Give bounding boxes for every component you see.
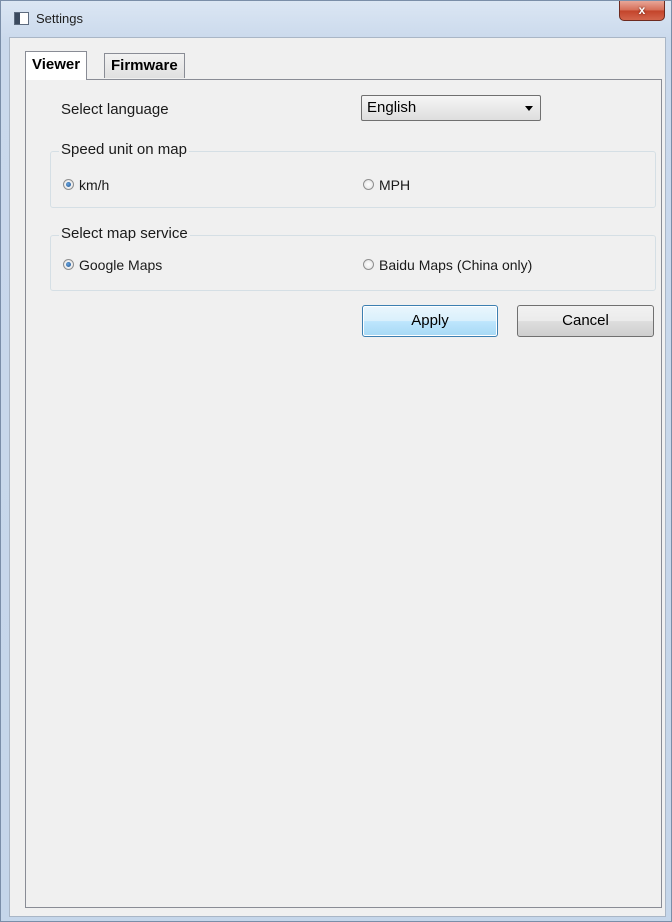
radio-google-maps-indicator xyxy=(63,259,74,270)
cancel-button[interactable]: Cancel xyxy=(517,305,654,337)
window-title: Settings xyxy=(36,11,83,26)
speed-unit-group: Speed unit on map km/h MPH xyxy=(50,141,656,208)
radio-google-maps-label: Google Maps xyxy=(79,257,163,273)
viewer-tab-panel: Select language English Speed unit on ma… xyxy=(25,79,662,908)
close-icon: x xyxy=(638,3,646,17)
cancel-button-label: Cancel xyxy=(562,312,609,329)
select-language-label: Select language xyxy=(61,101,169,118)
radio-kmh-label: km/h xyxy=(79,177,110,193)
tab-firmware-label: Firmware xyxy=(111,57,178,74)
radio-kmh-indicator xyxy=(63,179,74,190)
radio-baidu-maps-label: Baidu Maps (China only) xyxy=(379,257,533,273)
chevron-down-icon xyxy=(525,106,533,111)
speed-unit-group-title: Speed unit on map xyxy=(59,141,189,158)
apply-button-label: Apply xyxy=(411,312,449,329)
tab-viewer[interactable]: Viewer xyxy=(25,51,88,80)
settings-window: Settings x Viewer Firmware Select langua… xyxy=(0,0,672,922)
radio-mph-label: MPH xyxy=(379,177,411,193)
apply-button[interactable]: Apply xyxy=(362,305,498,337)
language-select[interactable]: English xyxy=(361,95,541,121)
language-selected-value: English xyxy=(367,99,417,116)
client-area: Viewer Firmware Select language English … xyxy=(9,37,666,917)
radio-mph-indicator xyxy=(363,179,374,190)
title-bar[interactable]: Settings x xyxy=(1,1,671,37)
tab-firmware[interactable]: Firmware xyxy=(104,53,185,78)
close-button[interactable]: x xyxy=(619,1,665,21)
radio-baidu-maps-indicator xyxy=(363,259,374,270)
window-icon xyxy=(14,12,29,25)
map-service-group-title: Select map service xyxy=(59,225,190,242)
tab-viewer-label: Viewer xyxy=(32,56,81,73)
map-service-group: Select map service Google Maps Baidu Map… xyxy=(50,225,656,291)
